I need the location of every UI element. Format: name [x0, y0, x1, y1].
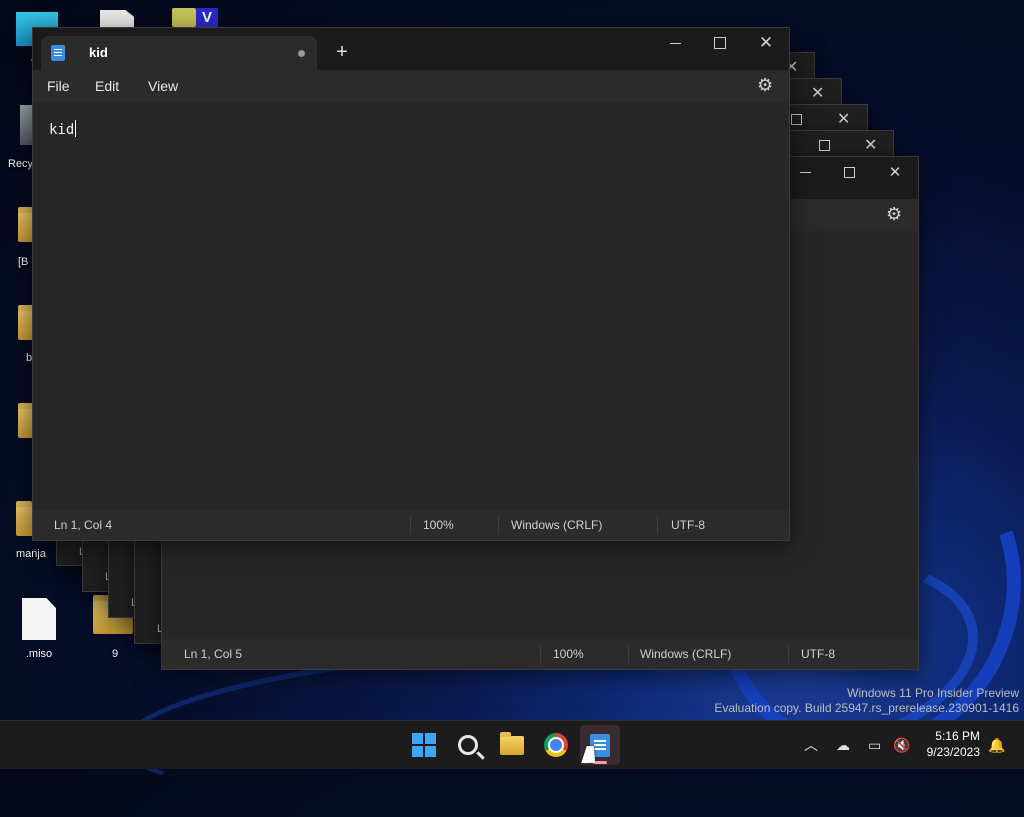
plus-icon: + — [336, 41, 348, 63]
tab-kid[interactable]: kid — [41, 36, 317, 70]
menu-view[interactable]: View — [148, 78, 178, 94]
minimize-icon — [799, 171, 811, 173]
unsaved-indicator-icon[interactable] — [298, 50, 305, 57]
folder-icon[interactable] — [172, 8, 196, 27]
editor-content: kid — [49, 122, 75, 138]
close-button[interactable]: ✕ — [872, 157, 918, 187]
search-icon — [458, 735, 478, 755]
status-divider — [628, 645, 629, 663]
show-hidden-icons-button[interactable]: ︿ — [804, 721, 818, 769]
cloud-icon: ☁ — [836, 736, 850, 753]
cursor-position: Ln 1, Col 5 — [184, 647, 243, 661]
encoding: UTF-8 — [671, 518, 705, 532]
notifications-button[interactable]: 🔔 — [988, 721, 1005, 769]
file-icon[interactable] — [100, 10, 134, 27]
status-divider — [657, 516, 658, 534]
close-icon[interactable]: ✕ — [811, 83, 824, 103]
bell-icon: 🔔 — [988, 736, 1006, 753]
network-button[interactable]: ▭ — [868, 721, 881, 769]
clock-time: 5:16 PM — [935, 729, 980, 743]
desktop-icon-label: .miso — [25, 648, 53, 660]
minimize-icon — [669, 42, 681, 44]
onedrive-button[interactable]: ☁ — [836, 721, 850, 769]
vs-app-icon[interactable]: V — [196, 8, 218, 27]
maximize-button[interactable] — [697, 28, 743, 58]
network-icon: ▭ — [868, 736, 882, 753]
volume-button[interactable]: 🔇 — [893, 721, 910, 769]
close-icon[interactable]: ✕ — [864, 135, 877, 155]
file-explorer-button[interactable] — [492, 725, 532, 765]
desktop-icon-miso[interactable]: .miso — [18, 598, 60, 660]
editor-area[interactable]: kid — [33, 102, 789, 510]
close-icon: ✕ — [888, 164, 902, 181]
close-icon[interactable]: ✕ — [837, 109, 850, 129]
volume-muted-icon: 🔇 — [893, 736, 911, 753]
maximize-icon[interactable] — [819, 140, 830, 151]
maximize-icon[interactable] — [791, 114, 802, 125]
settings-gear-icon[interactable]: ⚙ — [886, 204, 902, 225]
clock-date: 9/23/2023 — [926, 745, 980, 759]
chevron-up-icon: ︿ — [804, 737, 818, 753]
text-caret — [75, 120, 77, 137]
menu-edit[interactable]: Edit — [95, 78, 119, 94]
notepad-icon — [51, 45, 65, 61]
status-divider — [540, 645, 541, 663]
watermark-line-1: Windows 11 Pro Insider Preview — [847, 686, 1019, 700]
status-bar: Ln 1, Col 5 100% Windows (CRLF) UTF-8 — [162, 639, 918, 669]
status-divider — [498, 516, 499, 534]
minimize-button[interactable] — [652, 28, 698, 58]
windows-start-icon — [412, 733, 436, 757]
close-icon: ✕ — [758, 33, 774, 52]
close-button[interactable]: ✕ — [743, 28, 789, 58]
chrome-icon — [544, 733, 568, 757]
taskbar: ︿ ☁ ▭ 🔇 5:16 PM 9/23/2023 🔔 — [0, 720, 1024, 769]
chrome-button[interactable] — [536, 725, 576, 765]
settings-gear-icon[interactable]: ⚙ — [757, 75, 773, 96]
cursor-position: Ln 1, Col 4 — [54, 518, 113, 532]
start-button[interactable] — [404, 725, 444, 765]
status-divider — [410, 516, 411, 534]
desktop-icon-label: manja — [16, 548, 46, 560]
status-divider — [788, 645, 789, 663]
editor-text[interactable]: kid — [49, 120, 77, 138]
file-icon — [22, 598, 56, 640]
new-tab-button[interactable]: + — [329, 39, 355, 65]
desktop-icon-label: 9 — [111, 648, 119, 660]
file-explorer-icon — [500, 731, 524, 755]
encoding: UTF-8 — [801, 647, 835, 661]
maximize-icon — [714, 37, 726, 49]
line-ending: Windows (CRLF) — [640, 647, 732, 661]
line-ending: Windows (CRLF) — [511, 518, 603, 532]
status-bar: Ln 1, Col 4 100% Windows (CRLF) UTF-8 — [33, 510, 789, 540]
watermark-line-2: Evaluation copy. Build 25947.rs_prerelea… — [714, 701, 1019, 715]
search-button[interactable] — [448, 725, 488, 765]
clock[interactable]: 5:16 PM 9/23/2023 — [927, 728, 980, 760]
maximize-icon — [843, 166, 855, 178]
menu-bar: File Edit View ⚙ — [33, 70, 789, 102]
notepad-window[interactable]: kid + ✕ File Edit View ⚙ kid Ln 1, Col 4… — [32, 27, 790, 541]
maximize-button[interactable] — [826, 157, 872, 187]
zoom-level: 100% — [423, 518, 454, 532]
window-titlebar[interactable]: kid + ✕ — [33, 28, 789, 70]
zoom-level: 100% — [553, 647, 584, 661]
tab-title: kid — [89, 45, 108, 60]
menu-file[interactable]: File — [47, 78, 70, 94]
